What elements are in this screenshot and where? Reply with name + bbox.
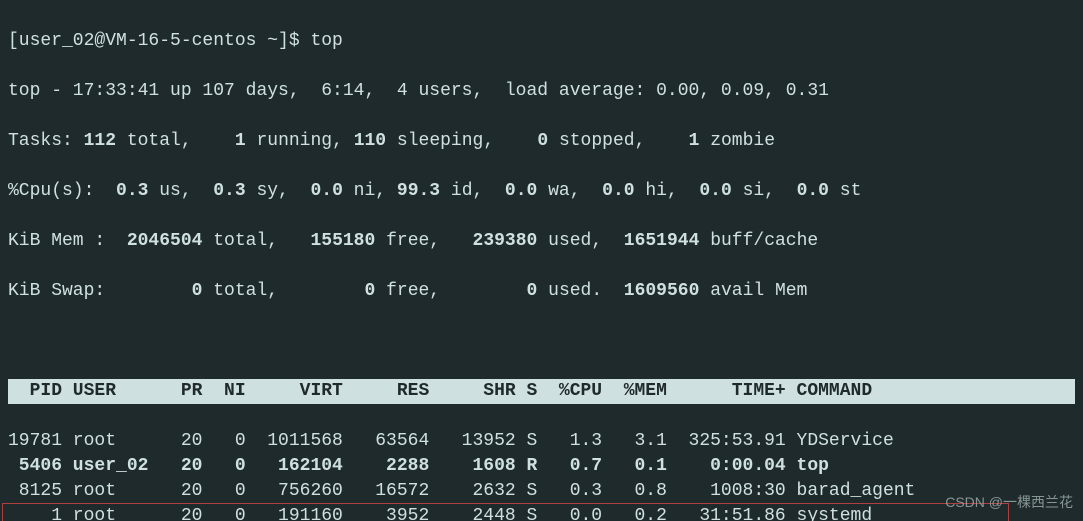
- terminal-output[interactable]: [user_02@VM-16-5-centos ~]$ top top - 17…: [0, 0, 1083, 521]
- table-row: 1 root 20 0 191160 3952 2448 S 0.0 0.2 3…: [8, 504, 1075, 521]
- table-row: 5406 user_02 20 0 162104 2288 1608 R 0.7…: [8, 454, 1075, 479]
- table-row: 8125 root 20 0 756260 16572 2632 S 0.3 0…: [8, 479, 1075, 504]
- blank-line: [8, 329, 1075, 354]
- top-summary-swap: KiB Swap: 0 total, 0 free, 0 used. 16095…: [8, 279, 1075, 304]
- top-summary-mem: KiB Mem : 2046504 total, 155180 free, 23…: [8, 229, 1075, 254]
- shell-prompt-line: [user_02@VM-16-5-centos ~]$ top: [8, 29, 1075, 54]
- top-summary-uptime: top - 17:33:41 up 107 days, 6:14, 4 user…: [8, 79, 1075, 104]
- table-row: 19781 root 20 0 1011568 63564 13952 S 1.…: [8, 429, 1075, 454]
- watermark-text: CSDN @一棵西兰花: [945, 490, 1073, 515]
- process-table-header: PID USER PR NI VIRT RES SHR S %CPU %MEM …: [8, 379, 1075, 404]
- top-summary-cpu: %Cpu(s): 0.3 us, 0.3 sy, 0.0 ni, 99.3 id…: [8, 179, 1075, 204]
- top-summary-tasks: Tasks: 112 total, 1 running, 110 sleepin…: [8, 129, 1075, 154]
